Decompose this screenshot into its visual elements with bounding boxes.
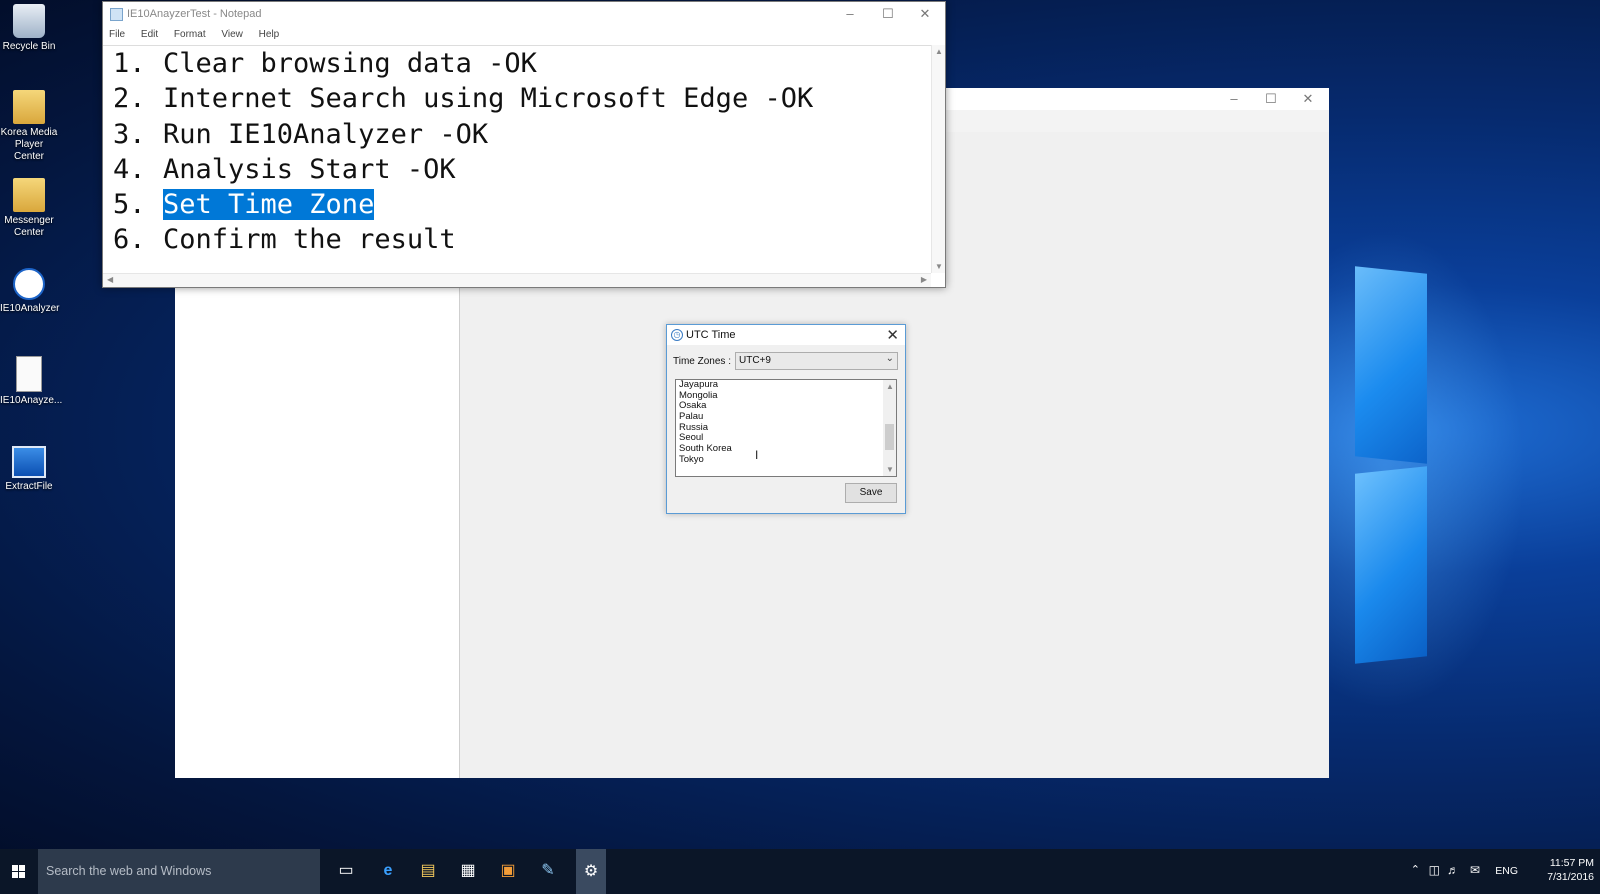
list-item[interactable]: South Korea bbox=[676, 443, 896, 455]
utc-time-dialog: ◷ UTC Time ✕ Time Zones : UTC+9 ⌄ Jayapu… bbox=[666, 324, 906, 514]
file-explorer-icon[interactable]: ▤ bbox=[416, 859, 440, 883]
text-line[interactable]: 6. Confirm the result bbox=[103, 222, 931, 257]
save-button[interactable]: Save bbox=[845, 483, 897, 503]
desktop-icon-extractfile[interactable]: ExtractFile bbox=[0, 446, 58, 493]
start-button[interactable] bbox=[0, 849, 38, 894]
menu-edit[interactable]: Edit bbox=[141, 26, 158, 44]
text-line[interactable]: 3. Run IE10Analyzer -OK bbox=[103, 117, 931, 152]
text-cursor-icon: I bbox=[755, 448, 759, 462]
scroll-thumb[interactable] bbox=[885, 424, 894, 450]
close-icon[interactable]: ✕ bbox=[910, 6, 940, 22]
folder-icon bbox=[13, 178, 45, 212]
selected-text: Set Time Zone bbox=[163, 189, 375, 221]
vertical-scrollbar[interactable]: ▲ ▼ bbox=[931, 45, 945, 273]
desktop-icon-recycle-bin[interactable]: Recycle Bin bbox=[0, 4, 58, 53]
list-item[interactable]: Tokyo bbox=[676, 454, 896, 466]
scroll-up-icon[interactable]: ▲ bbox=[886, 382, 894, 391]
time-zone-list[interactable]: Jayapura Mongolia Osaka Palau Russia Seo… bbox=[675, 379, 897, 477]
action-center-icon[interactable]: ✉ bbox=[1470, 863, 1480, 877]
edge-browser-icon[interactable]: e bbox=[376, 859, 400, 883]
notepad-window: IE10AnayzerTest - Notepad – ☐ ✕ File Edi… bbox=[102, 1, 946, 288]
desktop-icon-ie10anayze-file[interactable]: IE10Anayze... bbox=[0, 356, 63, 407]
dialog-title: UTC Time bbox=[686, 329, 736, 341]
minimize-icon[interactable]: – bbox=[835, 6, 865, 22]
close-icon[interactable]: ✕ bbox=[1293, 91, 1323, 107]
text-line[interactable]: 5. Set Time Zone bbox=[103, 187, 931, 222]
dialog-title-bar: ◷ UTC Time ✕ bbox=[667, 325, 905, 345]
notepad-title-bar: IE10AnayzerTest - Notepad – ☐ ✕ bbox=[103, 2, 945, 26]
desktop-icon-messenger-center[interactable]: Messenger Center bbox=[0, 178, 58, 239]
show-hidden-icons-icon[interactable]: ⌃ bbox=[1411, 863, 1420, 876]
notepad-title: IE10AnayzerTest - Notepad bbox=[127, 8, 262, 20]
desktop-icon-label: IE10Anayze... bbox=[0, 395, 63, 406]
minimize-icon[interactable]: – bbox=[1219, 91, 1249, 107]
close-icon[interactable]: ✕ bbox=[886, 326, 899, 344]
menu-help[interactable]: Help bbox=[259, 26, 280, 44]
horizontal-scrollbar[interactable]: ◀ ▶ bbox=[103, 273, 931, 287]
maximize-icon[interactable]: ☐ bbox=[873, 6, 903, 22]
list-scrollbar[interactable]: ▲ ▼ bbox=[883, 380, 896, 476]
windows-logo-wallpaper bbox=[1325, 230, 1600, 710]
desktop-icon-label: IE10Analyzer bbox=[0, 303, 60, 314]
folder-icon bbox=[13, 90, 45, 124]
volume-icon[interactable]: ♬ bbox=[1447, 863, 1459, 877]
list-item[interactable]: Palau bbox=[676, 411, 896, 423]
extractfile-icon bbox=[12, 446, 46, 478]
input-language[interactable]: ENG bbox=[1495, 865, 1518, 877]
time-zones-value: UTC+9 bbox=[739, 355, 771, 366]
clock-icon: ◷ bbox=[671, 329, 683, 341]
taskbar-search-box[interactable]: Search the web and Windows bbox=[38, 849, 320, 894]
desktop-icon-label: Recycle Bin bbox=[2, 41, 56, 52]
ie10analyzer-icon bbox=[13, 268, 45, 300]
ie10analyzer-taskbar-icon[interactable]: ⚙ bbox=[576, 849, 606, 894]
text-line[interactable]: 2. Internet Search using Microsoft Edge -… bbox=[103, 81, 931, 116]
recycle-bin-icon bbox=[13, 4, 45, 38]
task-view-icon[interactable]: ▭ bbox=[334, 859, 358, 883]
menu-view[interactable]: View bbox=[221, 26, 243, 44]
scroll-right-icon[interactable]: ▶ bbox=[921, 275, 927, 284]
menu-file[interactable]: File bbox=[109, 26, 125, 44]
windows-start-icon bbox=[12, 865, 18, 871]
taskbar: Search the web and Windows ▭ e ▤ ▦ ▣ ✎ ⚙… bbox=[0, 849, 1600, 894]
desktop-icon-korea-media-player-center[interactable]: Korea Media Player Center bbox=[0, 90, 58, 163]
network-icon[interactable]: ◫ bbox=[1429, 863, 1440, 877]
text-file-icon bbox=[16, 356, 42, 392]
system-clock[interactable]: 11:57 PM 7/31/2016 bbox=[1547, 856, 1594, 884]
text-line[interactable]: 1. Clear browsing data -OK bbox=[103, 46, 931, 81]
office-app-icon[interactable]: ▣ bbox=[496, 859, 520, 883]
notepad-menu-bar: File Edit Format View Help bbox=[103, 26, 945, 44]
menu-format[interactable]: Format bbox=[174, 26, 206, 44]
notepad-text-area[interactable]: 1. Clear browsing data -OK 2. Internet Sea… bbox=[103, 45, 931, 273]
notepad-icon bbox=[110, 8, 123, 21]
clock-time: 11:57 PM bbox=[1549, 857, 1594, 869]
time-zones-label: Time Zones : bbox=[673, 356, 731, 367]
maximize-icon[interactable]: ☐ bbox=[1256, 91, 1286, 107]
text-line[interactable]: 4. Analysis Start -OK bbox=[103, 152, 931, 187]
scroll-left-icon[interactable]: ◀ bbox=[107, 275, 113, 284]
store-icon[interactable]: ▦ bbox=[456, 859, 480, 883]
clock-date: 7/31/2016 bbox=[1547, 871, 1594, 883]
scroll-down-icon[interactable]: ▼ bbox=[935, 262, 943, 271]
scroll-down-icon[interactable]: ▼ bbox=[886, 465, 894, 474]
scroll-up-icon[interactable]: ▲ bbox=[935, 47, 943, 56]
time-zones-select[interactable]: UTC+9 ⌄ bbox=[735, 352, 898, 370]
list-item[interactable]: Russia bbox=[676, 422, 896, 434]
desktop-icon-label: Messenger Center bbox=[4, 215, 54, 238]
desktop-icon-ie10analyzer[interactable]: IE10Analyzer bbox=[0, 268, 60, 315]
notepad-taskbar-icon[interactable]: ✎ bbox=[536, 859, 560, 883]
desktop-icon-label: Korea Media Player Center bbox=[0, 127, 58, 162]
chevron-down-icon[interactable]: ⌄ bbox=[886, 353, 894, 364]
list-item[interactable]: Osaka bbox=[676, 401, 896, 412]
desktop-icon-label: ExtractFile bbox=[5, 481, 53, 492]
list-item[interactable]: Mongolia bbox=[676, 390, 896, 402]
